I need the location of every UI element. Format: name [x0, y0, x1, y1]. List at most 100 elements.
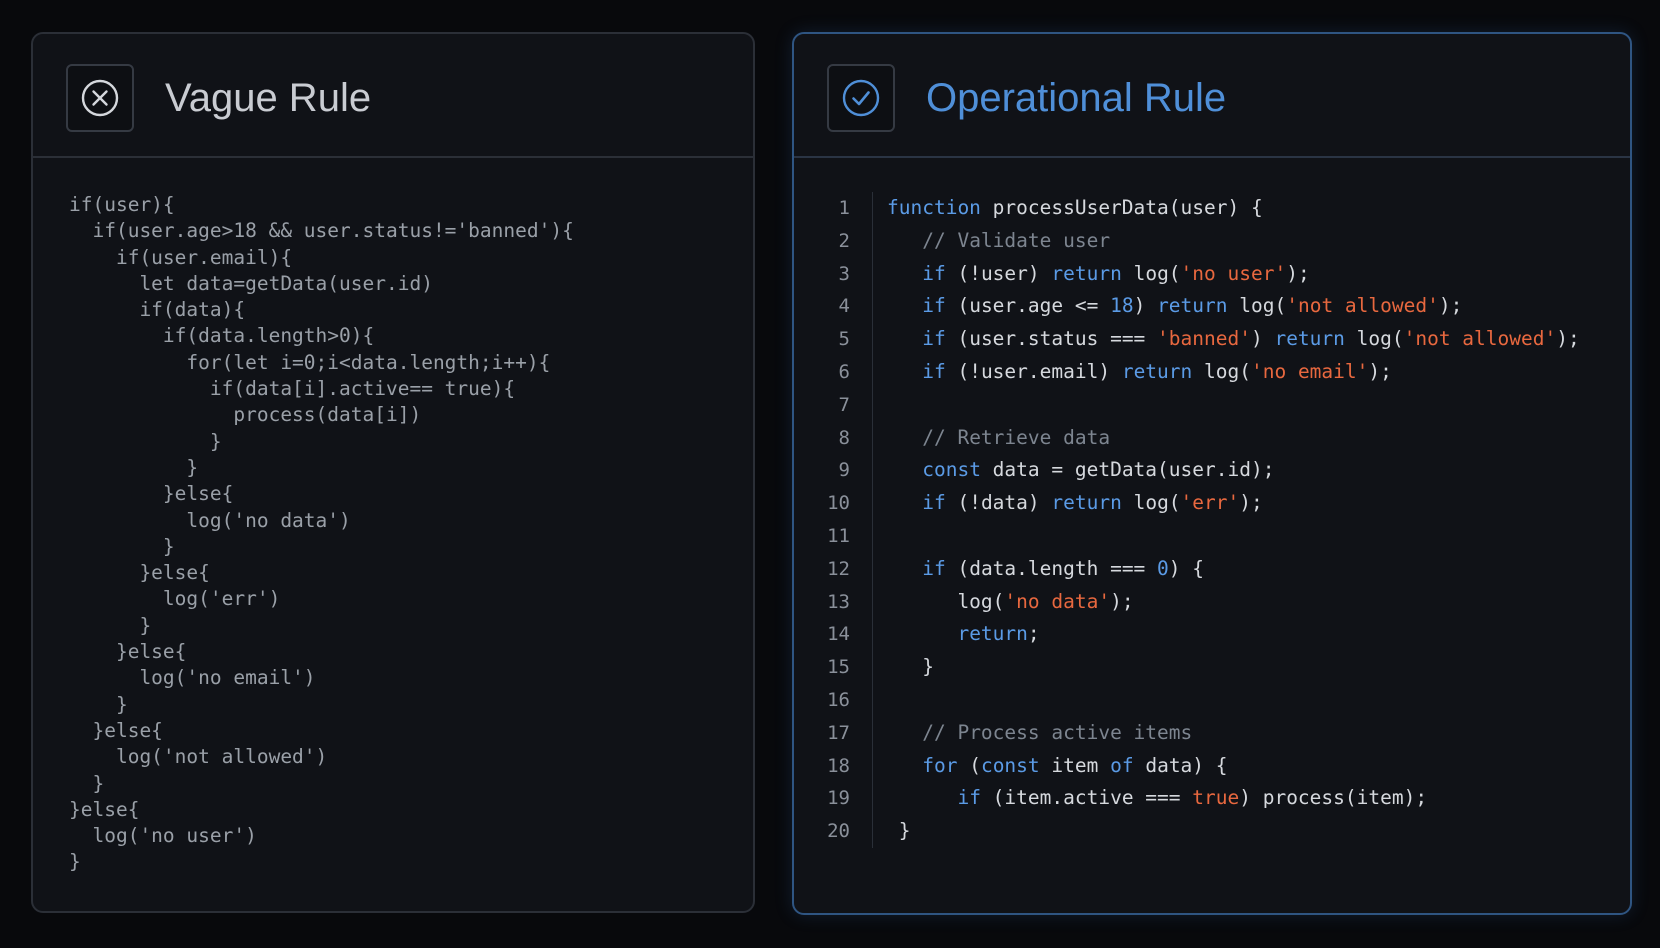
vague-rule-panel: Vague Rule if(user){ if(user.age>18 && u…	[31, 32, 755, 913]
vague-code-line: }	[69, 429, 222, 453]
vague-code-line: }else{	[69, 482, 234, 506]
code-token: log(	[887, 589, 1005, 613]
code-token: }	[887, 819, 911, 843]
code-token: data) {	[1133, 753, 1228, 777]
vague-code-line: }	[69, 771, 105, 795]
code-token: // Process active items	[922, 720, 1193, 744]
code-token: );	[1110, 589, 1134, 613]
line-number: 13	[827, 590, 850, 613]
code-token: (item.active ===	[980, 786, 1193, 810]
vague-code-line: }	[69, 850, 81, 874]
code-token: if	[922, 491, 946, 515]
code-token: );	[1239, 491, 1263, 515]
code-token: (!data)	[945, 491, 1052, 515]
operational-code-line: if (data.length === 0) {	[887, 553, 1580, 586]
code-token: );	[1556, 327, 1580, 351]
operational-code-line: if (user.status === 'banned') return log…	[887, 323, 1580, 356]
vague-code-line: }else{	[69, 561, 210, 585]
line-number-gutter: 1 2 3 4 5 6 7 8 9 10 11 12 13 14 15 16 17 18 19 20	[794, 192, 850, 848]
code-token: if	[922, 556, 946, 580]
code-token: for	[922, 753, 958, 777]
vague-rule-title: Vague Rule	[165, 76, 372, 120]
operational-code-line: return;	[887, 618, 1580, 651]
line-number: 1	[838, 197, 850, 219]
check-circle-icon	[842, 79, 880, 117]
line-number: 6	[838, 360, 850, 383]
code-token: if	[957, 786, 981, 810]
code-token: if	[922, 359, 946, 383]
operational-code-line: // Retrieve data	[887, 422, 1580, 455]
operational-code-line	[887, 684, 1580, 717]
code-token: // Retrieve data	[922, 425, 1111, 449]
code-token: log(	[1121, 261, 1181, 285]
line-number: 14	[827, 623, 850, 646]
code-token: processUserData(user) {	[980, 196, 1263, 219]
code-token: (!user)	[945, 261, 1052, 285]
code-token: );	[1438, 294, 1463, 318]
code-token: 'no data'	[1004, 589, 1111, 613]
vague-code-line: log('no email')	[69, 666, 316, 690]
vague-code-block: if(user){ if(user.age>18 && user.status!…	[69, 192, 574, 876]
check-circle-icon-box	[827, 64, 895, 132]
vague-code-line: for(let i=0;i<data.length;i++){	[69, 350, 551, 374]
line-number: 9	[838, 459, 850, 482]
vague-code-line: if(user.email){	[69, 245, 293, 269]
vague-code-line: process(data[i])	[69, 403, 422, 427]
code-token: return	[1051, 261, 1122, 285]
code-token: return	[1051, 491, 1122, 515]
code-token: const	[922, 458, 981, 482]
vague-code-line: }	[69, 534, 175, 558]
operational-rule-title: Operational Rule	[926, 76, 1227, 120]
line-number: 10	[827, 492, 850, 515]
x-circle-icon-box	[66, 64, 134, 132]
code-token: log(	[1192, 359, 1251, 383]
code-token: 'banned'	[1157, 327, 1251, 351]
vague-code-line: if(data[i].active== true){	[69, 377, 516, 401]
code-token: log(	[1344, 327, 1404, 351]
vague-code-line: if(data){	[69, 298, 246, 322]
code-token: of	[1110, 753, 1134, 777]
code-token: 'no email'	[1250, 359, 1369, 383]
code-token: log(	[1121, 491, 1181, 515]
code-token: return	[957, 622, 1028, 646]
operational-code-line: log('no data');	[887, 586, 1580, 619]
vague-code-line: log('no user')	[69, 824, 257, 848]
line-number: 8	[838, 426, 850, 449]
line-number: 5	[838, 328, 850, 351]
vague-code-line: if(data.length>0){	[69, 324, 375, 348]
code-token: (!user.email)	[945, 359, 1122, 383]
code-token: // Validate user	[922, 228, 1111, 252]
vague-code-line: }	[69, 455, 199, 479]
code-token: true	[1192, 786, 1240, 810]
code-token: data = getData(user.id);	[980, 458, 1275, 482]
line-number: 2	[838, 229, 850, 252]
line-number: 18	[827, 754, 850, 777]
operational-rule-header: Operational Rule	[794, 34, 1630, 158]
code-token: (user.status ===	[945, 327, 1158, 351]
code-token: 0	[1157, 556, 1169, 580]
code-token: }	[887, 655, 934, 679]
operational-rule-panel: Operational Rule 1 2 3 4 5 6 7 8 9 10 11 12 13 14 15 16…	[792, 32, 1632, 915]
code-token: ) process(item);	[1239, 786, 1428, 810]
vague-code-line: }	[69, 613, 152, 637]
line-number: 19	[827, 787, 850, 810]
code-token: 'err'	[1180, 491, 1240, 515]
operational-code-line: if (!data) return log('err');	[887, 487, 1580, 520]
code-token: );	[1286, 261, 1310, 285]
code-token: 'not allowed'	[1403, 327, 1557, 351]
operational-code-line: if (!user.email) return log('no email');	[887, 356, 1580, 389]
code-token: if	[922, 327, 946, 351]
code-token: return	[1121, 359, 1193, 383]
line-number: 15	[827, 656, 850, 679]
vague-code-line: }else{	[69, 797, 140, 821]
